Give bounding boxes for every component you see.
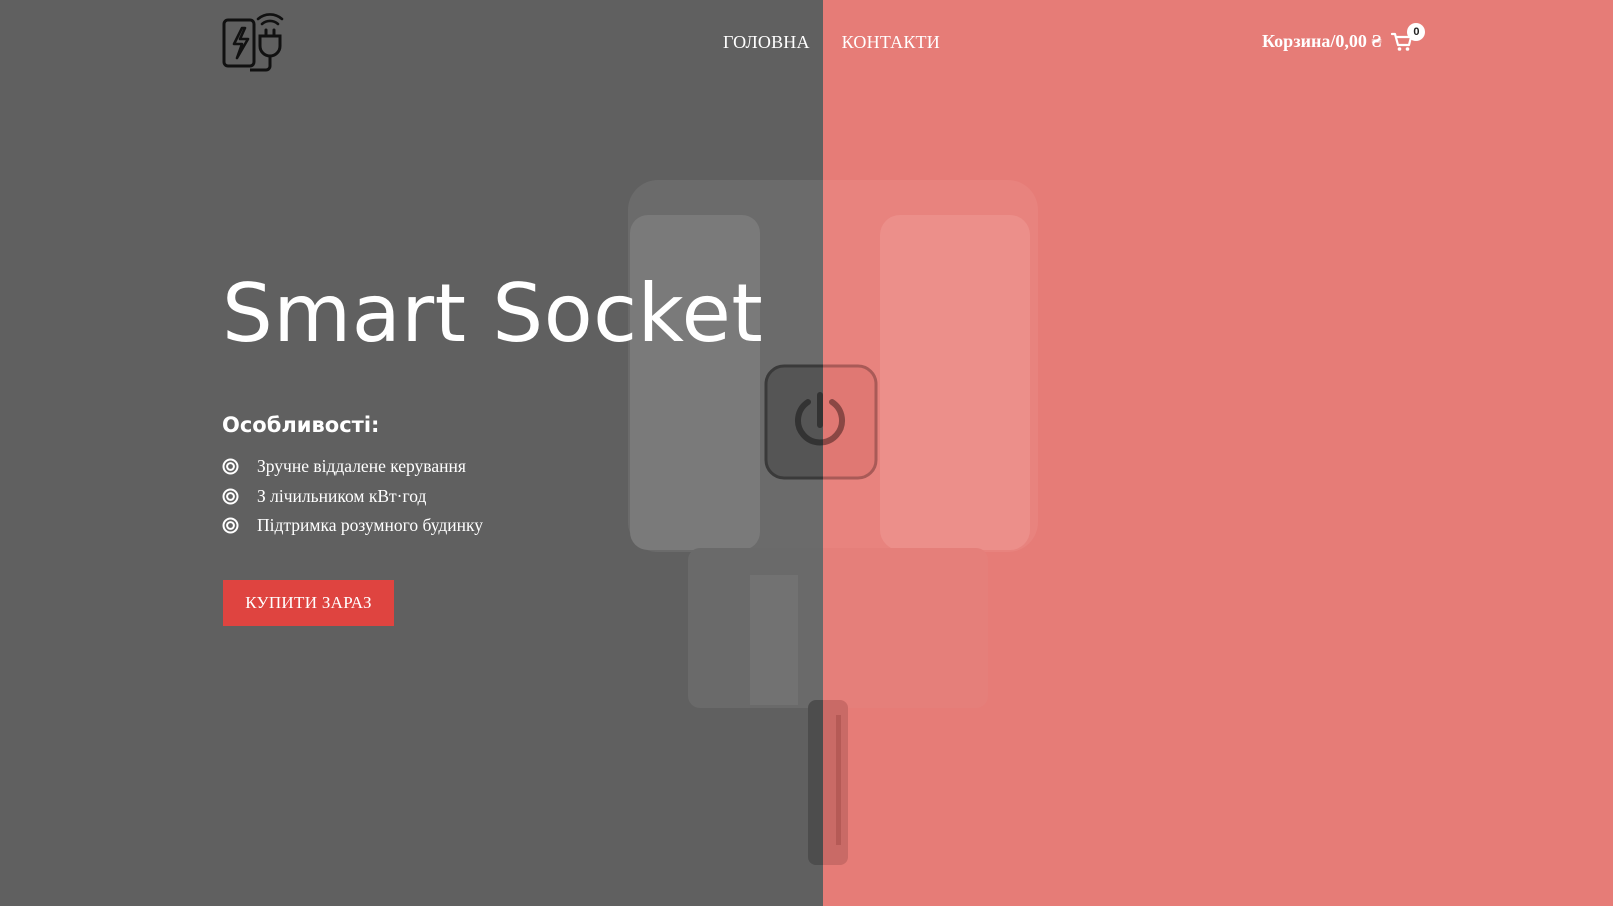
features-heading: Особливості: xyxy=(222,413,380,437)
features-list: Зручне віддалене керування З лічильником… xyxy=(222,452,483,541)
feature-text: Підтримка розумного будинку xyxy=(257,515,483,536)
cart-summary: Корзина/0,00 ₴ xyxy=(1262,31,1381,52)
feature-text: Зручне віддалене керування xyxy=(257,456,466,477)
nav-contacts[interactable]: КОНТАКТИ xyxy=(842,32,940,53)
feature-item: Підтримка розумного будинку xyxy=(222,511,483,541)
cart-link[interactable]: Корзина/0,00 ₴ 0 xyxy=(1262,22,1426,52)
hero-background-right xyxy=(823,0,1613,906)
cart-count-badge: 0 xyxy=(1407,22,1426,41)
buy-now-button[interactable]: КУПИТИ ЗАРАЗ xyxy=(223,580,394,626)
target-bullet-icon xyxy=(222,458,239,475)
feature-item: Зручне віддалене керування xyxy=(222,452,483,482)
site-logo[interactable] xyxy=(222,12,284,74)
feature-text: З лічильником кВт·год xyxy=(257,485,427,506)
main-nav: ГОЛОВНА КОНТАКТИ xyxy=(723,32,940,53)
feature-item: З лічильником кВт·год xyxy=(222,482,483,512)
smart-plug-icon xyxy=(222,13,284,72)
cart-total: 0,00 ₴ xyxy=(1335,31,1382,51)
hero-title: Smart Socket xyxy=(222,267,764,360)
cart-label: Корзина xyxy=(1262,31,1331,51)
cart-icon[interactable]: 0 xyxy=(1391,22,1426,52)
target-bullet-icon xyxy=(222,488,239,505)
target-bullet-icon xyxy=(222,517,239,534)
nav-home[interactable]: ГОЛОВНА xyxy=(723,32,810,53)
